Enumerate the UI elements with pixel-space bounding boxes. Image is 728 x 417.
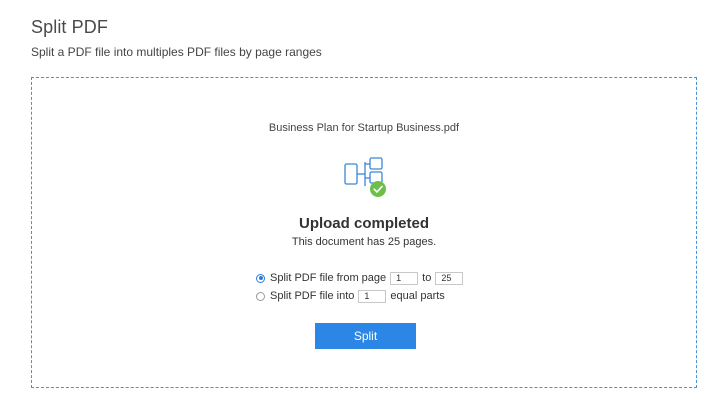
to-page-input[interactable]: [435, 271, 464, 285]
split-pdf-icon: [343, 156, 391, 200]
parts-count-input[interactable]: [358, 289, 387, 303]
upload-status-title: Upload completed: [298, 215, 429, 232]
to-label: to: [422, 272, 432, 284]
split-pdf-page: Split PDF Split a PDF file into multiple…: [0, 0, 728, 417]
upload-dropzone: Business Plan for Startup Business.pdf U…: [31, 77, 697, 388]
page-range-label: Split PDF file from page: [270, 272, 387, 284]
option-page-range: Split PDF file from page to: [256, 270, 467, 286]
option-equal-parts: Split PDF file into equal parts: [256, 288, 445, 304]
page-count-text: This document has 25 pages.: [291, 236, 437, 248]
equal-parts-suffix: equal parts: [390, 290, 445, 302]
file-name: Business Plan for Startup Business.pdf: [268, 122, 460, 134]
page-title: Split PDF: [31, 17, 108, 37]
from-page-input[interactable]: [390, 271, 419, 285]
equal-parts-label: Split PDF file into: [270, 290, 355, 302]
page-subtitle: Split a PDF file into multiples PDF file…: [31, 45, 322, 59]
radio-equal-parts[interactable]: [256, 291, 265, 301]
check-icon: [370, 181, 386, 197]
radio-page-range[interactable]: [256, 273, 265, 283]
split-button[interactable]: Split: [315, 323, 416, 349]
